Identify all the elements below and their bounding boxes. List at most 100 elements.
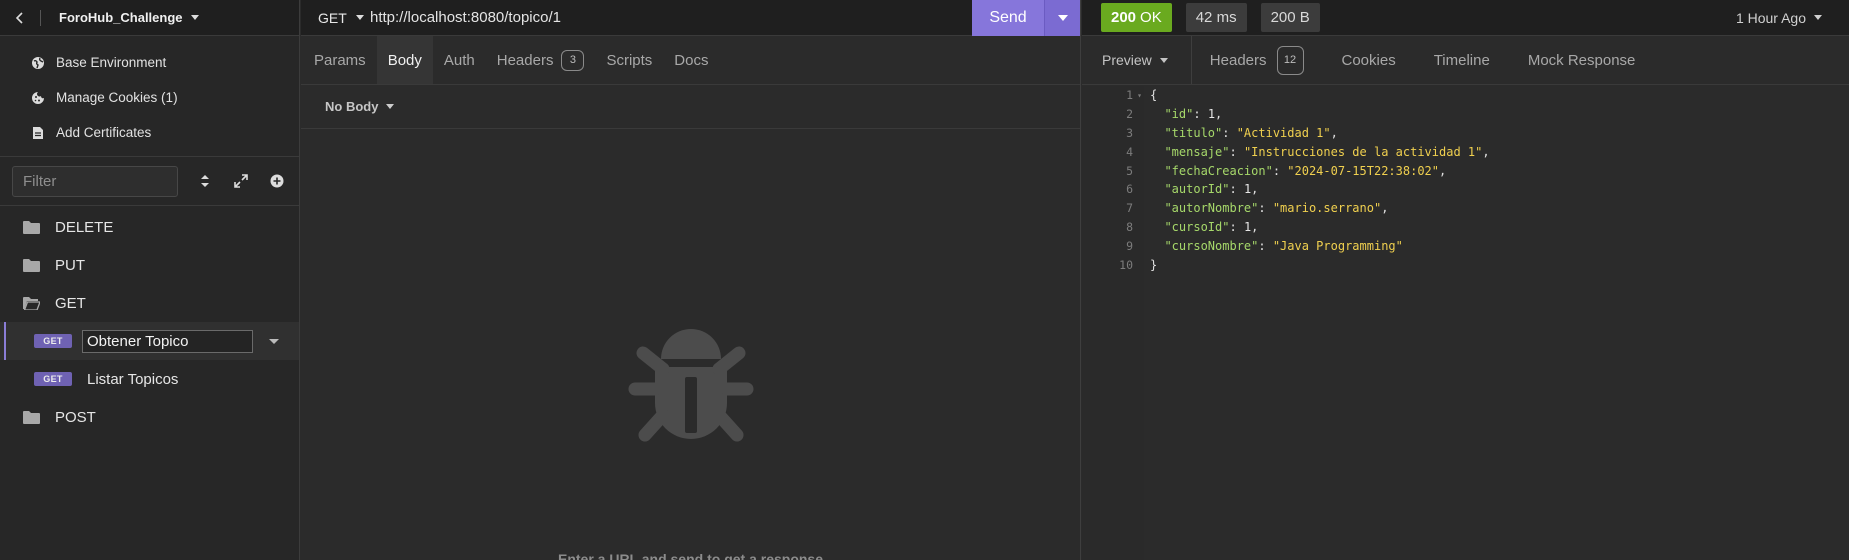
code-line: 8 "cursoId": 1, bbox=[1082, 218, 1849, 237]
line-content: } bbox=[1150, 258, 1157, 272]
json-punctuation: : bbox=[1272, 163, 1288, 178]
response-tabs: Preview Headers 12 Cookies Timeline Mock… bbox=[1082, 36, 1849, 85]
code-line: 6 "autorId": 1, bbox=[1082, 180, 1849, 199]
json-string: "Instrucciones de la actividad 1" bbox=[1243, 144, 1483, 159]
tab-params[interactable]: Params bbox=[303, 36, 377, 84]
json-string: "mario.serrano" bbox=[1272, 201, 1382, 216]
menu-item-manage-cookies[interactable]: Manage Cookies (1) bbox=[0, 80, 299, 115]
history-selector[interactable]: 1 Hour Ago bbox=[1736, 10, 1822, 26]
status-badge: 200 OK bbox=[1101, 3, 1172, 32]
expand-all-button[interactable] bbox=[223, 166, 259, 197]
json-punctuation: : bbox=[1229, 182, 1244, 197]
tab-auth[interactable]: Auth bbox=[433, 36, 486, 84]
folder-post[interactable]: POST bbox=[0, 398, 299, 436]
back-button[interactable] bbox=[0, 0, 40, 36]
url-input[interactable]: http://localhost:8080/topico/1 bbox=[352, 9, 972, 26]
certificate-icon bbox=[31, 126, 45, 140]
filter-row bbox=[0, 157, 299, 206]
tab-body[interactable]: Body bbox=[376, 36, 433, 84]
body-type-selector[interactable]: No Body bbox=[301, 85, 1080, 129]
empty-hint: Enter a URL and send to get a response bbox=[557, 551, 824, 560]
json-punctuation bbox=[1150, 220, 1164, 234]
menu-item-label: Manage Cookies (1) bbox=[56, 90, 178, 105]
json-punctuation: : bbox=[1258, 201, 1273, 216]
menu-item-label: Add Certificates bbox=[56, 125, 152, 140]
preview-label: Preview bbox=[1102, 52, 1152, 68]
json-key: "autorNombre" bbox=[1164, 201, 1259, 216]
sort-button[interactable] bbox=[187, 166, 223, 197]
json-punctuation bbox=[1150, 126, 1164, 140]
sidebar: ForoHub_Challenge Base Environment Manag… bbox=[0, 0, 300, 560]
code-line: 9 "cursoNombre": "Java Programming" bbox=[1082, 236, 1849, 255]
line-number: 8 bbox=[1126, 219, 1133, 234]
cookie-icon bbox=[31, 91, 45, 105]
json-punctuation: : bbox=[1258, 238, 1273, 253]
line-content: "id": 1, bbox=[1150, 107, 1222, 121]
chevron-down-icon bbox=[1814, 15, 1822, 20]
folder-open-icon bbox=[23, 296, 40, 310]
json-punctuation bbox=[1150, 164, 1164, 178]
request-item-listar-topicos[interactable]: GET Listar Topicos bbox=[0, 360, 299, 398]
json-string: "Java Programming" bbox=[1272, 238, 1403, 253]
json-key: "titulo" bbox=[1164, 125, 1223, 140]
json-punctuation: : bbox=[1229, 144, 1244, 159]
project-selector[interactable]: ForoHub_Challenge bbox=[59, 10, 199, 25]
tab-mock-response[interactable]: Mock Response bbox=[1509, 36, 1655, 84]
divider bbox=[40, 9, 41, 26]
headers-count-badge: 12 bbox=[1276, 45, 1304, 75]
json-punctuation: , bbox=[1381, 201, 1389, 216]
tab-headers[interactable]: Headers 3 bbox=[486, 36, 596, 84]
folder-delete[interactable]: DELETE bbox=[0, 208, 299, 246]
tab-docs[interactable]: Docs bbox=[663, 36, 719, 84]
folder-icon bbox=[23, 258, 40, 272]
request-item-obtener-topico[interactable]: GET bbox=[0, 322, 299, 360]
menu-item-add-certificates[interactable]: Add Certificates bbox=[0, 115, 299, 150]
json-key: "mensaje" bbox=[1164, 144, 1230, 159]
method-badge: GET bbox=[34, 372, 72, 386]
request-label: Listar Topicos bbox=[87, 370, 179, 388]
time-ago-label: 1 Hour Ago bbox=[1735, 9, 1806, 26]
globe-icon bbox=[31, 56, 45, 70]
folder-get[interactable]: GET bbox=[0, 284, 299, 322]
tab-response-headers[interactable]: Headers 12 bbox=[1192, 36, 1323, 84]
add-item-button[interactable] bbox=[259, 166, 295, 197]
folder-label: POST bbox=[55, 408, 96, 426]
json-punctuation: , bbox=[1251, 219, 1259, 234]
body-type-label: No Body bbox=[325, 99, 379, 114]
filter-input[interactable] bbox=[12, 165, 178, 197]
response-body-viewer[interactable]: 1 ▾{2 "id": 1, 3 "titulo": "Actividad 1", 4… bbox=[1082, 86, 1849, 560]
method-badge: GET bbox=[34, 334, 72, 348]
json-punctuation: , bbox=[1330, 125, 1338, 140]
rename-request-input[interactable] bbox=[82, 329, 253, 353]
fold-arrow-icon[interactable]: ▾ bbox=[1133, 91, 1146, 100]
folder-put[interactable]: PUT bbox=[0, 246, 299, 284]
sort-icon bbox=[201, 175, 209, 187]
line-number: 6 bbox=[1126, 182, 1133, 197]
tab-timeline[interactable]: Timeline bbox=[1415, 36, 1509, 84]
folder-label: DELETE bbox=[55, 218, 114, 236]
sidebar-menu: Base Environment Manage Cookies (1) Add … bbox=[0, 36, 299, 157]
preview-mode-selector[interactable]: Preview bbox=[1082, 36, 1192, 84]
json-string: "Actividad 1" bbox=[1236, 125, 1331, 140]
line-content: "cursoNombre": "Java Programming" bbox=[1150, 238, 1403, 253]
request-options-icon[interactable] bbox=[269, 338, 279, 344]
empty-body-state: Enter a URL and send to get a response bbox=[301, 129, 1080, 560]
send-button[interactable]: Send bbox=[972, 0, 1044, 36]
json-punctuation: : bbox=[1193, 107, 1208, 122]
line-content: "fechaCreacion": "2024-07-15T22:38:02", bbox=[1150, 164, 1446, 178]
json-key: "fechaCreacion" bbox=[1164, 163, 1273, 178]
menu-item-base-environment[interactable]: Base Environment bbox=[0, 45, 299, 80]
tab-label: Headers bbox=[496, 51, 554, 69]
line-number: 3 bbox=[1126, 125, 1133, 140]
tab-cookies[interactable]: Cookies bbox=[1323, 36, 1415, 84]
tab-scripts[interactable]: Scripts bbox=[595, 36, 663, 84]
method-selector[interactable]: GET bbox=[301, 10, 364, 26]
plus-circle-icon bbox=[270, 174, 284, 188]
project-header: ForoHub_Challenge bbox=[0, 0, 299, 36]
response-size: 200 B bbox=[1260, 3, 1320, 32]
send-options-button[interactable] bbox=[1044, 0, 1080, 36]
line-number: 4 bbox=[1126, 144, 1133, 159]
json-punctuation: , bbox=[1439, 163, 1447, 178]
line-number: 5 bbox=[1126, 163, 1133, 178]
chevron-left-icon bbox=[15, 11, 23, 24]
